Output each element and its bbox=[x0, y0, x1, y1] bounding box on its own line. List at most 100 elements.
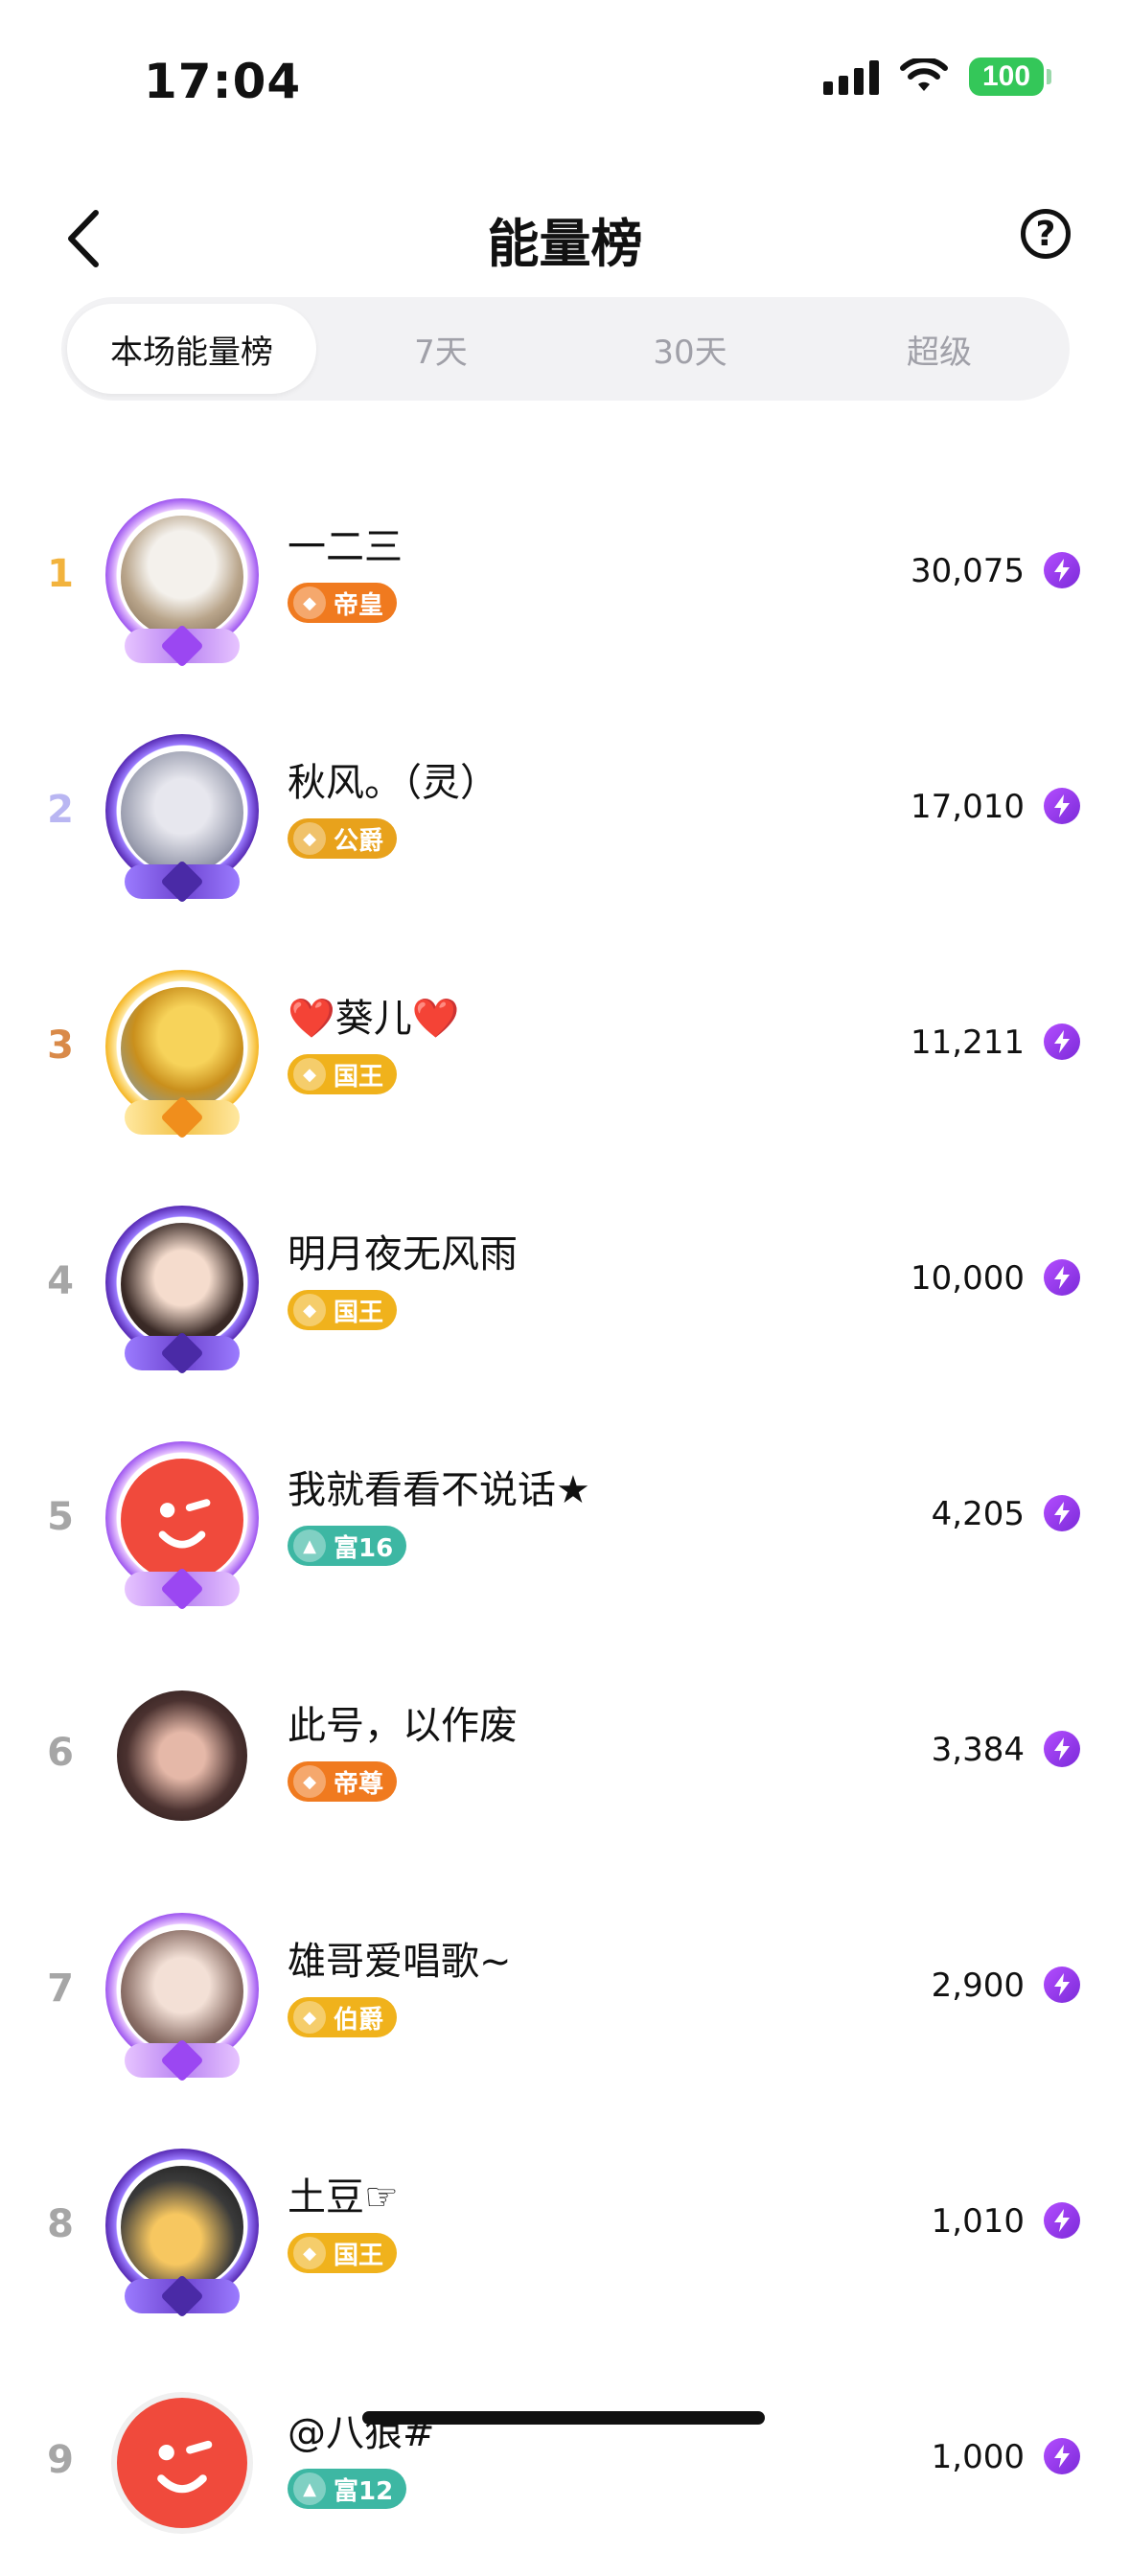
help-icon[interactable]: ? bbox=[1021, 209, 1071, 259]
list-item[interactable]: 1 一二三 ◆ 帝皇 30,075 bbox=[0, 460, 1130, 690]
list-item[interactable]: 7 雄哥爱唱歌~ ◆ 伯爵 2,900 bbox=[0, 1874, 1130, 2104]
level-badge: ◆ 伯爵 bbox=[288, 1997, 398, 2037]
list-item[interactable]: 9 @八狼# ▲ 富12 1,000 bbox=[0, 2346, 1130, 2576]
badge-icon: ◆ bbox=[293, 586, 326, 619]
avatar[interactable] bbox=[96, 1909, 268, 2082]
rank-number: 2 bbox=[47, 788, 74, 832]
badge-icon: ◆ bbox=[293, 1765, 326, 1798]
user-name: 此号，以作废 bbox=[288, 1704, 518, 1748]
energy-score: 30,075 bbox=[911, 552, 1025, 590]
energy-score: 17,010 bbox=[911, 788, 1025, 826]
page-title: 能量榜 bbox=[487, 214, 643, 274]
badge-label: 公爵 bbox=[334, 826, 384, 856]
avatar-image bbox=[121, 2166, 243, 2288]
energy-score: 1,000 bbox=[931, 2438, 1025, 2476]
avatar[interactable] bbox=[96, 1438, 268, 1611]
avatar-image bbox=[121, 1930, 243, 2053]
level-badge: ◆ 国王 bbox=[288, 1290, 398, 1330]
badge-label: 帝尊 bbox=[334, 1769, 384, 1799]
badge-icon: ◆ bbox=[293, 1294, 326, 1326]
list-item[interactable]: 5 我就看看不说话★ ▲ 富16 4,205 bbox=[0, 1403, 1130, 1633]
avatar[interactable] bbox=[96, 966, 268, 1139]
avatar-image bbox=[121, 987, 243, 1110]
tab-7-days[interactable]: 7天 bbox=[316, 304, 565, 394]
face-icon bbox=[157, 2440, 213, 2494]
list-item[interactable]: 4 明月夜无风雨 ◆ 国王 10,000 bbox=[0, 1167, 1130, 1397]
rank-number: 3 bbox=[47, 1024, 74, 1068]
rank-number: 5 bbox=[47, 1495, 74, 1539]
energy-score: 11,211 bbox=[911, 1024, 1025, 1062]
rank-number: 4 bbox=[47, 1259, 74, 1303]
energy-score: 2,900 bbox=[931, 1966, 1025, 2005]
avatar[interactable] bbox=[96, 2380, 268, 2553]
tab-30-days[interactable]: 30天 bbox=[565, 304, 815, 394]
avatar-image bbox=[121, 1223, 243, 1346]
badge-label: 富12 bbox=[334, 2476, 394, 2506]
avatar[interactable] bbox=[96, 1202, 268, 1375]
lightning-icon bbox=[1044, 1495, 1080, 1531]
rank-number: 1 bbox=[47, 552, 74, 596]
lightning-icon bbox=[1044, 552, 1080, 588]
rank-number: 6 bbox=[47, 1731, 74, 1775]
user-name: 我就看看不说话★ bbox=[288, 1468, 590, 1512]
lightning-icon bbox=[1044, 1259, 1080, 1296]
avatar-image bbox=[117, 1690, 247, 1821]
list-item[interactable]: 2 秋风。（灵） ◆ 公爵 17,010 bbox=[0, 696, 1130, 926]
tab-current-session[interactable]: 本场能量榜 bbox=[67, 304, 316, 394]
list-item[interactable]: 6 此号，以作废 ◆ 帝尊 3,384 bbox=[0, 1639, 1130, 1869]
rank-number: 8 bbox=[47, 2202, 74, 2246]
badge-label: 富16 bbox=[334, 1533, 394, 1563]
user-name: ❤️葵儿❤️ bbox=[288, 997, 460, 1041]
avatar-image bbox=[121, 516, 243, 638]
energy-score: 3,384 bbox=[931, 1731, 1025, 1769]
lightning-icon bbox=[1044, 1731, 1080, 1767]
badge-icon: ◆ bbox=[293, 822, 326, 855]
rank-number: 9 bbox=[47, 2438, 74, 2482]
avatar[interactable] bbox=[96, 2145, 268, 2318]
level-badge: ◆ 帝尊 bbox=[288, 1761, 398, 1802]
lightning-icon bbox=[1044, 2438, 1080, 2474]
avatar[interactable] bbox=[96, 1673, 268, 1846]
badge-icon: ▲ bbox=[293, 1530, 326, 1562]
battery-icon: 100 bbox=[969, 58, 1051, 96]
level-badge: ◆ 帝皇 bbox=[288, 583, 398, 623]
energy-score: 1,010 bbox=[931, 2202, 1025, 2241]
avatar-image bbox=[121, 751, 243, 874]
level-badge: ◆ 国王 bbox=[288, 2233, 398, 2273]
status-icons: 100 bbox=[823, 58, 1051, 96]
avatar-image bbox=[117, 2398, 247, 2528]
header: 能量榜 ? bbox=[0, 182, 1130, 288]
user-name: 土豆☞ bbox=[288, 2175, 399, 2220]
list-item[interactable]: 8 土豆☞ ◆ 国王 1,010 bbox=[0, 2110, 1130, 2340]
badge-icon: ◆ bbox=[293, 2001, 326, 2034]
badge-label: 国王 bbox=[334, 1298, 384, 1327]
lightning-icon bbox=[1044, 1024, 1080, 1060]
list-item[interactable]: 3 ❤️葵儿❤️ ◆ 国王 11,211 bbox=[0, 932, 1130, 1162]
avatar-image bbox=[121, 1459, 243, 1581]
lightning-icon bbox=[1044, 788, 1080, 824]
badge-icon: ▲ bbox=[293, 2472, 326, 2505]
user-name: 秋风。（灵） bbox=[288, 761, 498, 805]
user-name: 明月夜无风雨 bbox=[288, 1232, 518, 1276]
badge-label: 国王 bbox=[334, 1062, 384, 1092]
lightning-icon bbox=[1044, 2202, 1080, 2239]
badge-icon: ◆ bbox=[293, 2237, 326, 2269]
home-indicator bbox=[362, 2411, 765, 2425]
user-name: 一二三 bbox=[288, 525, 403, 569]
status-time: 17:04 bbox=[144, 54, 302, 109]
energy-score: 10,000 bbox=[911, 1259, 1025, 1298]
user-name: 雄哥爱唱歌~ bbox=[288, 1940, 512, 1984]
cellular-signal-icon bbox=[823, 58, 879, 95]
face-icon bbox=[158, 1499, 211, 1549]
avatar[interactable] bbox=[96, 730, 268, 904]
rank-number: 7 bbox=[47, 1966, 74, 2011]
level-badge: ▲ 富12 bbox=[288, 2469, 407, 2509]
wifi-icon bbox=[900, 58, 948, 91]
tab-bar: 本场能量榜 7天 30天 超级 bbox=[61, 297, 1070, 401]
avatar[interactable] bbox=[96, 494, 268, 668]
lightning-icon bbox=[1044, 1966, 1080, 2003]
tab-super[interactable]: 超级 bbox=[815, 304, 1064, 394]
level-badge: ◆ 国王 bbox=[288, 1054, 398, 1094]
user-name: @八狼# bbox=[288, 2411, 435, 2455]
level-badge: ▲ 富16 bbox=[288, 1526, 407, 1566]
